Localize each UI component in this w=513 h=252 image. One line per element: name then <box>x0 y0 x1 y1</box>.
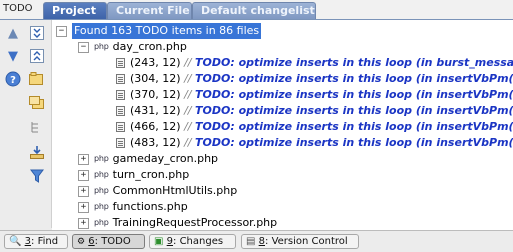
tab-default-changelist[interactable]: Default changelist <box>192 2 316 19</box>
php-file-icon: php <box>94 218 109 227</box>
comment-marker: // <box>184 56 192 69</box>
find-label: : Find <box>31 236 59 247</box>
tree-file[interactable]: + php turn_cron.php <box>78 167 189 183</box>
comment-marker: // <box>184 72 192 85</box>
expand-all-icon[interactable] <box>28 24 46 42</box>
php-file-icon: php <box>94 202 109 211</box>
todo-location: (243, 12) <box>130 56 181 69</box>
todo-item[interactable]: (243, 12) // TODO: optimize inserts in t… <box>116 55 513 71</box>
version-control-icon: ▤ <box>246 236 256 247</box>
todo-item[interactable]: (304, 12) // TODO: optimize inserts in t… <box>116 71 513 87</box>
changes-label: : Changes <box>173 236 224 247</box>
panel-title: TODO <box>3 3 33 14</box>
todo-item-icon <box>116 74 125 84</box>
tree-file[interactable]: + php gameday_cron.php <box>78 151 218 167</box>
comment-marker: // <box>184 104 192 117</box>
collapse-toggle-icon[interactable]: − <box>78 41 89 53</box>
group-by-package-icon[interactable] <box>28 94 46 112</box>
todo-item[interactable]: (431, 12) // TODO: optimize inserts in t… <box>116 103 513 119</box>
file-name: turn_cron.php <box>112 168 190 181</box>
tab-project[interactable]: Project <box>43 2 107 19</box>
tool-window-bar: 🔍 3: Find ⚙ 6: TODO ▣ 9: Changes ▤ 8: Ve… <box>0 230 513 252</box>
todo-item[interactable]: (466, 12) // TODO: optimize inserts in t… <box>116 119 513 135</box>
left-toolbar: ▲ ▼ ? <box>0 20 52 228</box>
group-by-module-icon[interactable] <box>28 70 46 88</box>
tab-bar: TODO Project Current File Default change… <box>0 0 513 20</box>
todo-location: (431, 12) <box>130 104 181 117</box>
php-file-icon: php <box>94 154 109 163</box>
find-button[interactable]: 🔍 3: Find <box>4 234 68 249</box>
todo-item-icon <box>116 138 125 148</box>
todo-item-icon <box>116 122 125 132</box>
php-file-icon: php <box>94 170 109 179</box>
todo-item[interactable]: (483, 12) // TODO: optimize inserts in t… <box>116 135 513 151</box>
root-label: Found 163 TODO items in 86 files <box>72 23 262 39</box>
todo-label: : TODO <box>94 236 131 247</box>
file-name: day_cron.php <box>112 40 187 53</box>
arrow-up-icon[interactable]: ▲ <box>4 24 22 42</box>
expand-toggle-icon[interactable]: + <box>78 201 89 213</box>
todo-button[interactable]: ⚙ 6: TODO <box>72 234 145 249</box>
comment-marker: // <box>184 88 192 101</box>
filter-icon[interactable] <box>28 167 46 185</box>
help-icon[interactable]: ? <box>4 70 22 88</box>
tree-file[interactable]: + php CommonHtmlUtils.php <box>78 183 237 199</box>
flatten-packages-icon[interactable] <box>28 118 46 136</box>
todo-text: TODO: optimize inserts in this loop (in … <box>195 72 513 85</box>
todo-item[interactable]: (370, 12) // TODO: optimize inserts in t… <box>116 87 513 103</box>
expand-toggle-icon[interactable]: + <box>78 217 89 229</box>
tree-root[interactable]: − Found 163 TODO items in 86 files <box>56 23 262 39</box>
todo-location: (483, 12) <box>130 136 181 149</box>
file-name: functions.php <box>112 200 188 213</box>
todo-tree: − Found 163 TODO items in 86 files − php… <box>52 20 513 230</box>
version-control-label: : Version Control <box>265 236 348 247</box>
php-file-icon: php <box>94 186 109 195</box>
todo-text: TODO: optimize inserts in this loop (in … <box>195 120 513 133</box>
todo-item-icon <box>116 106 125 116</box>
arrow-down-icon[interactable]: ▼ <box>4 47 22 65</box>
todo-location: (370, 12) <box>130 88 181 101</box>
search-icon: 🔍 <box>9 236 22 247</box>
todo-text: TODO: optimize inserts in this loop (in … <box>195 104 513 117</box>
todo-location: (304, 12) <box>130 72 181 85</box>
expand-toggle-icon[interactable]: + <box>78 185 89 197</box>
comment-marker: // <box>184 136 192 149</box>
collapse-toggle-icon[interactable]: − <box>56 25 67 37</box>
expand-toggle-icon[interactable]: + <box>78 169 89 181</box>
todo-text: TODO: optimize inserts in this loop (in … <box>195 136 513 149</box>
comment-marker: // <box>184 120 192 133</box>
svg-text:?: ? <box>10 75 16 86</box>
todo-icon: ⚙ <box>77 237 86 247</box>
file-name: gameday_cron.php <box>112 152 219 165</box>
todo-item-icon <box>116 58 125 68</box>
php-file-icon: php <box>94 42 109 51</box>
todo-text: TODO: optimize inserts in this loop (in … <box>195 88 513 101</box>
changes-icon: ▣ <box>154 236 164 247</box>
expand-toggle-icon[interactable]: + <box>78 153 89 165</box>
todo-text: TODO: optimize inserts in this loop (in … <box>195 56 513 69</box>
tree-file[interactable]: + php functions.php <box>78 199 188 215</box>
changes-button[interactable]: ▣ 9: Changes <box>149 234 236 249</box>
collapse-all-icon[interactable] <box>28 47 46 65</box>
file-name: CommonHtmlUtils.php <box>112 184 238 197</box>
file-name: TrainingRequestProcessor.php <box>112 216 278 229</box>
version-control-button[interactable]: ▤ 8: Version Control <box>241 234 359 249</box>
tree-file[interactable]: + php TrainingRequestProcessor.php <box>78 215 277 230</box>
tree-file[interactable]: − php day_cron.php <box>78 39 187 55</box>
todo-item-icon <box>116 90 125 100</box>
autoscroll-icon[interactable] <box>28 143 46 161</box>
todo-location: (466, 12) <box>130 120 181 133</box>
tab-current-file[interactable]: Current File <box>107 2 192 19</box>
